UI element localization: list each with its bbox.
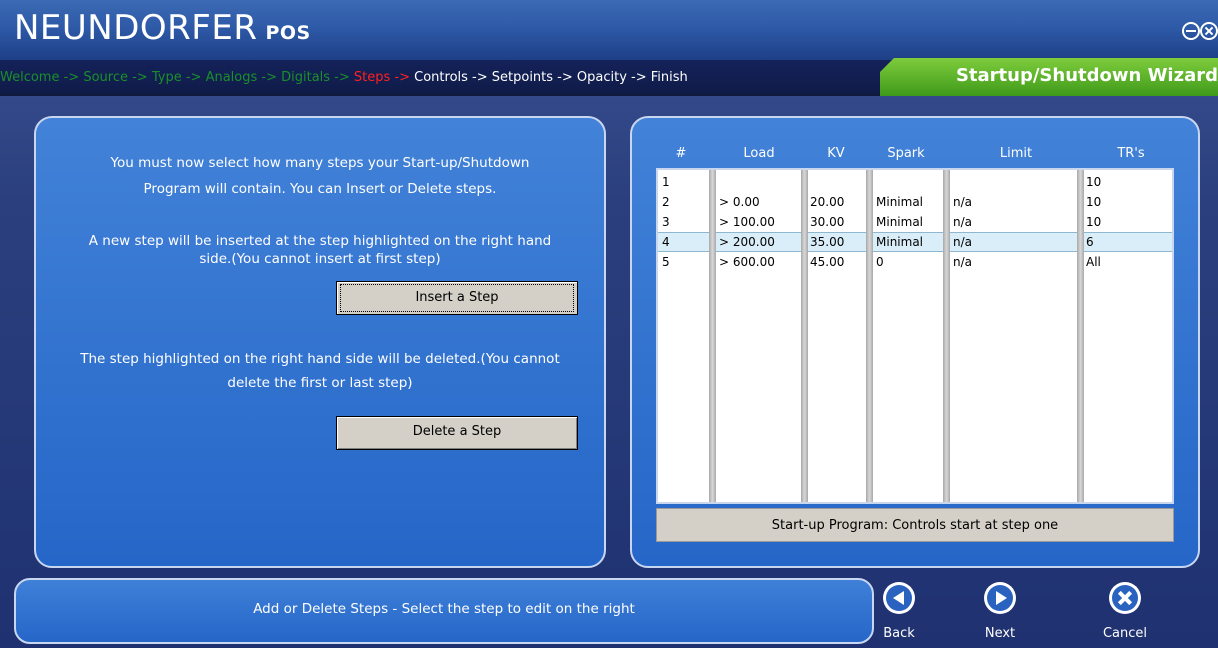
steps-panel: # Load KV Spark Limit TR's 1 10 2 > 0.00 20.…: [630, 116, 1200, 568]
wizard-title: Startup/Shutdown Wizard: [955, 65, 1218, 86]
cell-num: 5: [662, 255, 670, 269]
status-text: Add or Delete Steps - Select the step to…: [253, 601, 635, 617]
next-button[interactable]: Next: [975, 580, 1025, 646]
table-row[interactable]: 4 > 200.00 35.00 Minimal n/a 6: [658, 232, 1172, 252]
cell-kv: 20.00: [810, 195, 845, 209]
breadcrumb-step: Finish: [650, 70, 688, 85]
delete-text-line-2: delete the first or last step): [227, 375, 413, 391]
cell-spark: Minimal: [876, 215, 924, 229]
intro-text-line-2: Program will contain. You can Insert or …: [143, 181, 497, 197]
col-head-kv: KV: [827, 146, 845, 161]
steps-table-header: # Load KV Spark Limit TR's: [656, 144, 1174, 166]
cell-kv: 45.00: [810, 255, 845, 269]
column-divider[interactable]: [801, 170, 808, 502]
title-bar: NEUNDORFER POS: [0, 0, 1218, 60]
cell-num: 1: [662, 175, 670, 189]
column-divider[interactable]: [709, 170, 716, 502]
breadcrumb-step: Steps ->: [353, 70, 410, 85]
cell-spark: Minimal: [876, 195, 924, 209]
cell-limit: n/a: [953, 195, 973, 209]
cell-limit: n/a: [953, 235, 973, 249]
cell-kv: 30.00: [810, 215, 845, 229]
col-head-limit: Limit: [999, 146, 1033, 161]
cancel-button[interactable]: Cancel: [1100, 580, 1150, 646]
status-bar: Add or Delete Steps - Select the step to…: [14, 578, 874, 644]
cell-trs: 10: [1086, 215, 1102, 229]
cell-load: > 200.00: [719, 235, 775, 249]
cell-spark: 0: [876, 255, 884, 269]
insert-step-button[interactable]: Insert a Step: [336, 281, 578, 315]
delete-text-line-1: The step highlighted on the right hand s…: [80, 351, 560, 367]
app-logo: NEUNDORFER POS: [14, 8, 311, 48]
cell-load: > 0.00: [719, 195, 760, 209]
insert-text-line-2: side.(You cannot insert at first step): [199, 251, 441, 267]
cancel-label: Cancel: [1102, 626, 1148, 641]
breadcrumb-step: Analogs ->: [205, 70, 277, 85]
table-row[interactable]: 3 > 100.00 30.00 Minimal n/a 10: [658, 212, 1172, 232]
cell-trs: All: [1086, 255, 1101, 269]
col-head-spark: Spark: [887, 146, 925, 161]
logo-main: NEUNDORFER: [14, 8, 258, 48]
cell-num: 4: [662, 235, 670, 249]
logo-sub: POS: [265, 22, 311, 44]
col-head-trs: TR's: [1117, 146, 1145, 161]
back-button[interactable]: Back: [874, 580, 924, 646]
breadcrumb-step: Opacity ->: [576, 70, 647, 85]
col-head-load: Load: [743, 146, 775, 161]
cell-trs: 10: [1086, 195, 1102, 209]
back-label: Back: [883, 626, 915, 641]
table-row[interactable]: 2 > 0.00 20.00 Minimal n/a 10: [658, 192, 1172, 212]
cell-spark: Minimal: [876, 235, 924, 249]
intro-text-line-1: You must now select how many steps your …: [110, 155, 530, 171]
cell-num: 2: [662, 195, 670, 209]
next-arrow-icon: [984, 582, 1016, 614]
cell-load: > 100.00: [719, 215, 775, 229]
breadcrumb-step: Source ->: [83, 70, 148, 85]
instructions-panel: You must now select how many steps your …: [34, 116, 606, 568]
breadcrumb-step: Type ->: [151, 70, 202, 85]
next-label: Next: [984, 626, 1016, 641]
cell-num: 3: [662, 215, 670, 229]
minimize-icon[interactable]: [1182, 22, 1200, 40]
breadcrumb-step: Digitals ->: [281, 70, 350, 85]
cell-limit: n/a: [953, 215, 973, 229]
breadcrumb-step: Setpoints ->: [491, 70, 573, 85]
program-status-label: Start-up Program: Controls start at step…: [656, 508, 1174, 542]
insert-step-label: Insert a Step: [340, 284, 574, 312]
cell-kv: 35.00: [810, 235, 845, 249]
wizard-title-tab: Startup/Shutdown Wizard: [880, 58, 1218, 96]
column-divider[interactable]: [866, 170, 873, 502]
breadcrumb-step: Controls ->: [414, 70, 488, 85]
column-divider[interactable]: [943, 170, 950, 502]
cell-limit: n/a: [953, 255, 973, 269]
cell-trs: 6: [1086, 235, 1094, 249]
table-row[interactable]: 5 > 600.00 45.00 0 n/a All: [658, 252, 1172, 272]
breadcrumb-step: Welcome ->: [0, 70, 80, 85]
delete-step-button[interactable]: Delete a Step: [336, 416, 578, 450]
steps-table[interactable]: 1 10 2 > 0.00 20.00 Minimal n/a 10 3 > 100.00 30.0…: [656, 168, 1174, 504]
table-row[interactable]: 1 10: [658, 172, 1172, 192]
cancel-x-icon: [1109, 582, 1141, 614]
breadcrumb: Welcome -> Source -> Type -> Analogs -> …: [0, 70, 688, 85]
col-head-num: #: [675, 146, 687, 161]
column-divider[interactable]: [1077, 170, 1084, 502]
cell-trs: 10: [1086, 175, 1102, 189]
back-arrow-icon: [883, 582, 915, 614]
close-window-icon[interactable]: [1200, 22, 1218, 40]
cell-load: > 600.00: [719, 255, 775, 269]
